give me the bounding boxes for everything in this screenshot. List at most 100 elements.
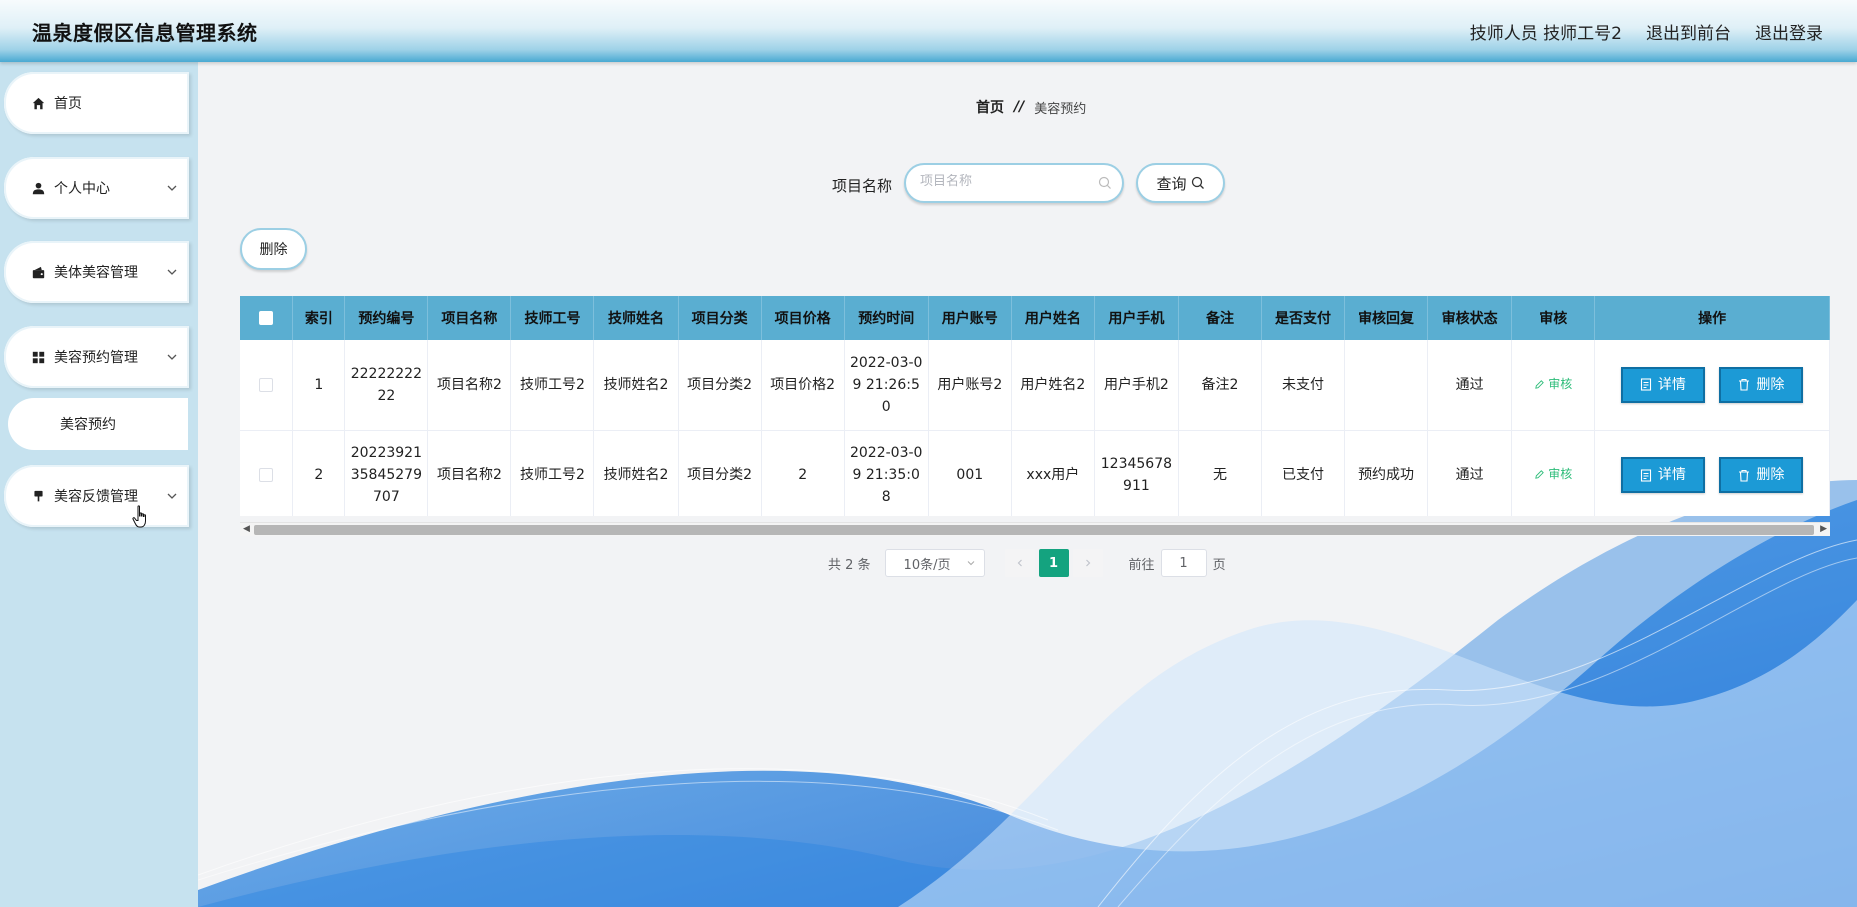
goto-prefix: 前往 (1128, 557, 1155, 573)
table-row: 2 2022392135845279707 项目名称2 技师工号2 技师姓名2 … (240, 430, 1830, 516)
header-actions: 技师人员 技师工号2 退出到前台 退出登录 (1470, 19, 1823, 44)
table-cell: 用户姓名2 (1011, 340, 1095, 431)
detail-button[interactable]: 详情 (1620, 366, 1705, 403)
audit-label: 审核 (1548, 467, 1573, 482)
sidebar-item-label: 美容预约 (60, 417, 116, 433)
next-page-button[interactable] (1072, 549, 1103, 577)
table-header-row: 索引 预约编号 项目名称 技师工号 技师姓名 项目分类 项目价格 预约时间 用户… (240, 296, 1830, 340)
column-header: 用户姓名 (1011, 296, 1095, 340)
sidebar-item-appointment-management[interactable]: 美容预约管理 (4, 326, 189, 388)
table-row: 1 2222222222 项目名称2 技师工号2 技师姓名2 项目分类2 项目价… (240, 340, 1830, 431)
table-cell: 1 (292, 340, 346, 431)
table-cell: 12345678911 (1094, 430, 1179, 516)
detail-button[interactable]: 详情 (1620, 457, 1705, 493)
app-title: 温泉度假区信息管理系统 (32, 21, 258, 45)
main-content: 首页 // 美容预约 项目名称 查询 删除 索引 预约编号 (198, 62, 1857, 907)
prev-page-button[interactable] (1004, 549, 1035, 577)
chevron-down-icon (167, 493, 177, 499)
column-header: 操作 (1594, 296, 1830, 340)
row-checkbox[interactable] (259, 377, 274, 392)
page-size-select[interactable]: 10条/页 (884, 549, 985, 577)
breadcrumb-home[interactable]: 首页 (976, 97, 1004, 117)
table-cell: 2022-03-09 21:35:08 (844, 430, 929, 516)
table-cell: 项目价格2 (761, 340, 845, 431)
chevron-down-icon (167, 269, 177, 275)
query-button[interactable]: 查询 (1136, 163, 1225, 203)
goto-page-input[interactable] (1160, 549, 1207, 577)
table-cell: 用户手机2 (1094, 340, 1179, 431)
table-cell: 2 (761, 430, 845, 516)
chevron-down-icon (967, 561, 974, 566)
column-header: 项目价格 (761, 296, 845, 340)
column-header: 技师工号 (510, 296, 595, 340)
table-cell: 通过 (1427, 340, 1513, 431)
home-icon (31, 96, 45, 110)
trash-icon (1739, 469, 1750, 482)
batch-delete-button[interactable]: 删除 (240, 228, 307, 270)
sidebar-subitem-appointment[interactable]: 美容预约 (8, 398, 188, 450)
table-cell: 无 (1178, 430, 1263, 516)
sidebar-item-label: 美容反馈管理 (54, 489, 138, 505)
audit-cell: 审核 (1511, 340, 1596, 431)
page-number-current[interactable]: 1 (1038, 549, 1069, 577)
logout-link[interactable]: 退出登录 (1755, 19, 1823, 44)
scroll-right-icon[interactable]: ▶ (1820, 524, 1827, 534)
search-icon (1098, 176, 1111, 189)
sidebar: 首页 个人中心 美体美容管理 美容预约管理 美容预约 美容反馈管理 (0, 62, 198, 907)
table-cell: 项目名称2 (427, 430, 512, 516)
edit-icon (1535, 469, 1545, 479)
delete-label: 删除 (1756, 467, 1785, 483)
chevron-down-icon (167, 354, 177, 360)
select-all-cell (240, 296, 294, 340)
column-header: 预约编号 (344, 296, 429, 340)
page-size-value: 10条/页 (903, 557, 951, 573)
document-icon (1640, 468, 1651, 482)
row-select-cell (240, 340, 294, 431)
table-cell: 已支付 (1261, 430, 1346, 516)
row-checkbox[interactable] (259, 468, 274, 482)
sidebar-item-beauty-management[interactable]: 美体美容管理 (4, 241, 189, 303)
sidebar-item-home[interactable]: 首页 (4, 72, 189, 134)
column-header: 是否支付 (1261, 296, 1346, 340)
select-all-checkbox[interactable] (259, 311, 274, 325)
table-cell: 备注2 (1178, 340, 1263, 431)
column-header: 项目分类 (678, 296, 762, 340)
operation-cell: 详情 删除 (1594, 430, 1830, 516)
scroll-left-icon[interactable]: ◀ (243, 524, 250, 534)
search-box (904, 163, 1124, 203)
edit-icon (1535, 379, 1545, 389)
sidebar-item-label: 个人中心 (54, 181, 110, 197)
search-input[interactable] (920, 174, 1090, 189)
delete-button[interactable]: 删除 (1719, 366, 1804, 403)
top-header: 温泉度假区信息管理系统 技师人员 技师工号2 退出到前台 退出登录 (0, 0, 1857, 62)
row-select-cell (240, 430, 294, 516)
sidebar-item-feedback-management[interactable]: 美容反馈管理 (4, 465, 189, 527)
audit-link[interactable]: 审核 (1534, 373, 1572, 395)
horizontal-scrollbar[interactable]: ◀ ▶ (240, 522, 1830, 536)
table-cell: 2222222222 (344, 340, 429, 431)
table-cell: 通过 (1427, 430, 1513, 516)
trash-icon (1739, 379, 1750, 391)
table-cell: 项目名称2 (427, 340, 512, 431)
table-cell: 项目分类2 (678, 340, 762, 431)
table-cell: 项目分类2 (678, 430, 762, 516)
sidebar-item-label: 美体美容管理 (54, 265, 138, 281)
grid-icon (31, 350, 45, 364)
table-cell: 技师工号2 (510, 340, 595, 431)
delete-button[interactable]: 删除 (1719, 457, 1804, 493)
back-to-front-link[interactable]: 退出到前台 (1646, 19, 1731, 44)
sidebar-item-personal-center[interactable]: 个人中心 (4, 157, 189, 219)
column-header: 备注 (1178, 296, 1263, 340)
audit-link[interactable]: 审核 (1534, 463, 1572, 485)
pagination-total: 共 2 条 (828, 557, 871, 573)
scrollbar-thumb[interactable] (254, 525, 1814, 535)
chevron-down-icon (167, 185, 177, 191)
column-header: 审核状态 (1427, 296, 1513, 340)
table-cell: 预约成功 (1344, 430, 1429, 516)
table-cell: 001 (928, 430, 1012, 516)
page-jump: 前往 页 (1129, 549, 1226, 577)
breadcrumb-current: 美容预约 (1034, 101, 1087, 117)
pin-icon (31, 489, 45, 503)
current-user[interactable]: 技师人员 技师工号2 (1470, 19, 1622, 44)
pagination: 共 2 条 10条/页 1 前往 页 (828, 549, 1226, 577)
